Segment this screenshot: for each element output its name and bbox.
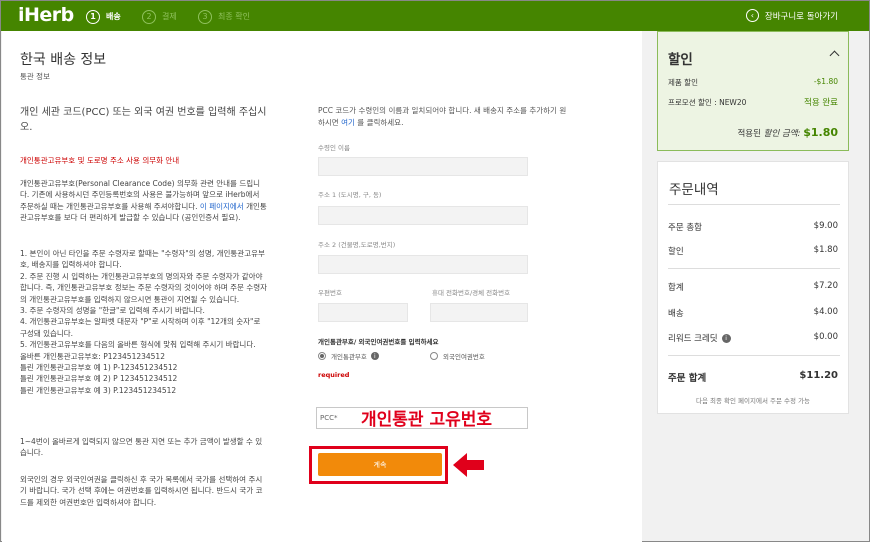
- step-1-number: 1: [86, 9, 100, 24]
- step-shipping: 1 배송: [86, 9, 121, 24]
- continue-button[interactable]: 계속: [318, 453, 442, 476]
- info-icon[interactable]: i: [721, 333, 731, 343]
- address2-field[interactable]: [318, 255, 528, 274]
- address2-label: 주소 2 (건물명,도로명,번지): [318, 241, 396, 249]
- recipient-name-field[interactable]: [318, 157, 528, 176]
- add-address-link[interactable]: 여기: [341, 118, 355, 127]
- applied-label: 적용된: [737, 129, 764, 139]
- order-total-label: 주문 총합: [668, 223, 702, 233]
- intro-text: 개인 세관 코드(PCC) 또는 외국 여권 번호를 입력해 주십시오.: [20, 107, 267, 133]
- rule-item: 2. 주문 진행 시 입력하는 개인통관고유부호의 명의자와 주문 수령자가 같…: [20, 271, 268, 304]
- rule-item: 5. 개인통관고유부호를 다음의 올바른 형식에 맞춰 입력해 주시기 바랍니다…: [20, 340, 256, 350]
- notice-paragraph: 개인통관고유부호(Personal Clearance Code) 의무화 관련…: [20, 178, 268, 224]
- rule-item: 틀린 개인통관고유부호 예 3) P.123451234512: [20, 385, 177, 395]
- radio-passport-label: 외국인여권번호: [443, 353, 485, 361]
- rule-item: 틀린 개인통관고유부호 예 1) P-123451234512: [20, 363, 178, 373]
- order-total-value: $9.00: [813, 221, 838, 231]
- summary-title: 주문내역: [669, 182, 719, 198]
- reward-label: 리워드 크레딧: [668, 334, 718, 344]
- radio-passport-option[interactable]: 외국인여권번호: [430, 351, 485, 361]
- step-1-label: 배송: [106, 12, 121, 21]
- foreigner-text: 외국인의 경우 외국인여권을 클릭하신 후 국가 목록에서 국가를 선택하여 주…: [20, 475, 263, 507]
- step-payment: 2 결제: [142, 9, 177, 24]
- order-summary: 주문내역 주문 총합 $9.00 할인 $1.80 합계 $7.20 배송 $4…: [657, 161, 849, 414]
- address1-label: 주소 1 (도시명, 구, 동): [318, 191, 382, 199]
- divider: [668, 204, 840, 205]
- page-subtitle: 통관 정보: [20, 72, 50, 81]
- recipient-label: 수령인 이름: [318, 144, 350, 152]
- applied-value: $1.80: [803, 126, 838, 139]
- promo-label: 프로모션 할인 : NEW20: [668, 98, 747, 107]
- radio-passport[interactable]: [430, 352, 438, 360]
- warning-text: 1~4번이 올바르게 입력되지 않으면 통관 지연 또는 추가 금액이 발생할 …: [20, 437, 263, 458]
- step-3-label: 최종 확인: [218, 12, 250, 21]
- back-to-cart-link[interactable]: ‹ 장바구니로 돌아가기: [745, 9, 838, 22]
- main-panel: 한국 배송 정보 통관 정보 개인 세관 코드(PCC) 또는 외국 여권 번호…: [2, 31, 642, 542]
- discount-title: 할인: [668, 52, 693, 68]
- radio-pcc-option[interactable]: 개인통관부호 i: [318, 351, 379, 361]
- header-bar: iHerb 1 배송 2 결제 3 최종 확인 ‹ 장바구니로 돌아가기: [1, 1, 869, 31]
- radio-pcc[interactable]: [318, 352, 326, 360]
- step-2-number: 2: [142, 9, 156, 24]
- rules-list: 1. 본인이 아닌 타인을 주문 수령자로 할때는 "수령자"의 성명, 개인통…: [20, 248, 268, 396]
- back-to-cart-label: 장바구니로 돌아가기: [764, 11, 838, 22]
- form-intro-b: 를 클릭하세요.: [354, 117, 404, 127]
- step-2-label: 결제: [162, 12, 177, 21]
- address1-field[interactable]: [318, 206, 528, 225]
- arrow-left-icon: [453, 453, 484, 477]
- reward-value: $0.00: [813, 332, 838, 342]
- pcc-annotation: 개인통관 고유번호: [361, 410, 493, 430]
- chevron-up-icon[interactable]: [829, 50, 840, 61]
- discount-label: 할인: [668, 247, 684, 257]
- rule-item: 3. 주문 수령자의 성명을 "한글"로 입력해 주시기 바랍니다.: [20, 306, 205, 316]
- issue-pcc-link[interactable]: 이 페이지에서: [200, 202, 244, 211]
- rule-item: 4. 개인통관고유부호는 알파벳 대문자 "P"로 시작하며 이후 "12개의 …: [20, 317, 261, 338]
- subtotal-label: 합계: [668, 283, 684, 293]
- radio-pcc-label: 개인통관부호: [331, 353, 367, 361]
- rule-item: 틀린 개인통관고유부호 예 2) P 123451234512: [20, 374, 178, 384]
- product-discount-label: 제품 할인: [668, 78, 698, 87]
- discount-panel: 할인 제품 할인 -$1.80 프로모션 할인 : NEW20 적용 완료 적용…: [657, 31, 849, 151]
- notice-heading: 개인통관고유부호 및 도로명 주소 사용 의무화 안내: [20, 156, 180, 165]
- step-confirm: 3 최종 확인: [198, 9, 250, 24]
- checkout-window: iHerb 1 배송 2 결제 3 최종 확인 ‹ 장바구니로 돌아가기 한국 …: [0, 0, 870, 542]
- rule-item: 올바른 개인통관고유부호: P123451234512: [20, 351, 165, 361]
- shipping-label: 배송: [668, 309, 684, 319]
- chevron-left-icon: ‹: [745, 9, 759, 22]
- form-intro: PCC 코드가 수령인의 이름과 일치되어야 합니다. 새 배송지 주소를 추가…: [318, 105, 568, 128]
- phone-field[interactable]: [430, 303, 528, 322]
- page-title: 한국 배송 정보: [20, 52, 107, 68]
- pcc-heading: 개인통관부호/ 외국인여권번호를 입력하세요: [318, 338, 439, 346]
- discount-value: $1.80: [813, 245, 838, 255]
- product-discount-value: -$1.80: [813, 77, 838, 86]
- zip-label: 우편번호: [318, 289, 342, 297]
- applied-em: 할인 금액:: [763, 129, 801, 139]
- divider: [668, 355, 840, 356]
- summary-note: 다음 최종 확인 페이지에서 주문 수정 가능: [695, 397, 811, 405]
- required-label: required: [318, 371, 350, 379]
- subtotal-value: $7.20: [813, 281, 838, 291]
- phone-label: 휴대 전화번호/경체 전화번호: [432, 289, 511, 297]
- info-icon[interactable]: i: [370, 352, 379, 360]
- promo-status: 적용 완료: [804, 98, 838, 108]
- shipping-value: $4.00: [813, 307, 838, 317]
- divider: [668, 268, 840, 269]
- rule-item: 1. 본인이 아닌 타인을 주문 수령자로 할때는 "수령자"의 성명, 개인통…: [20, 249, 265, 270]
- zip-field[interactable]: [318, 303, 408, 322]
- applied-discount: 적용된 할인 금액: $1.80: [737, 126, 838, 139]
- grand-total-value: $11.20: [799, 370, 838, 381]
- step-3-number: 3: [198, 9, 212, 24]
- grand-total-label: 주문 합계: [668, 373, 707, 384]
- iherb-logo[interactable]: iHerb: [18, 4, 74, 26]
- reward-credit-row: 리워드 크레딧 i: [668, 332, 731, 344]
